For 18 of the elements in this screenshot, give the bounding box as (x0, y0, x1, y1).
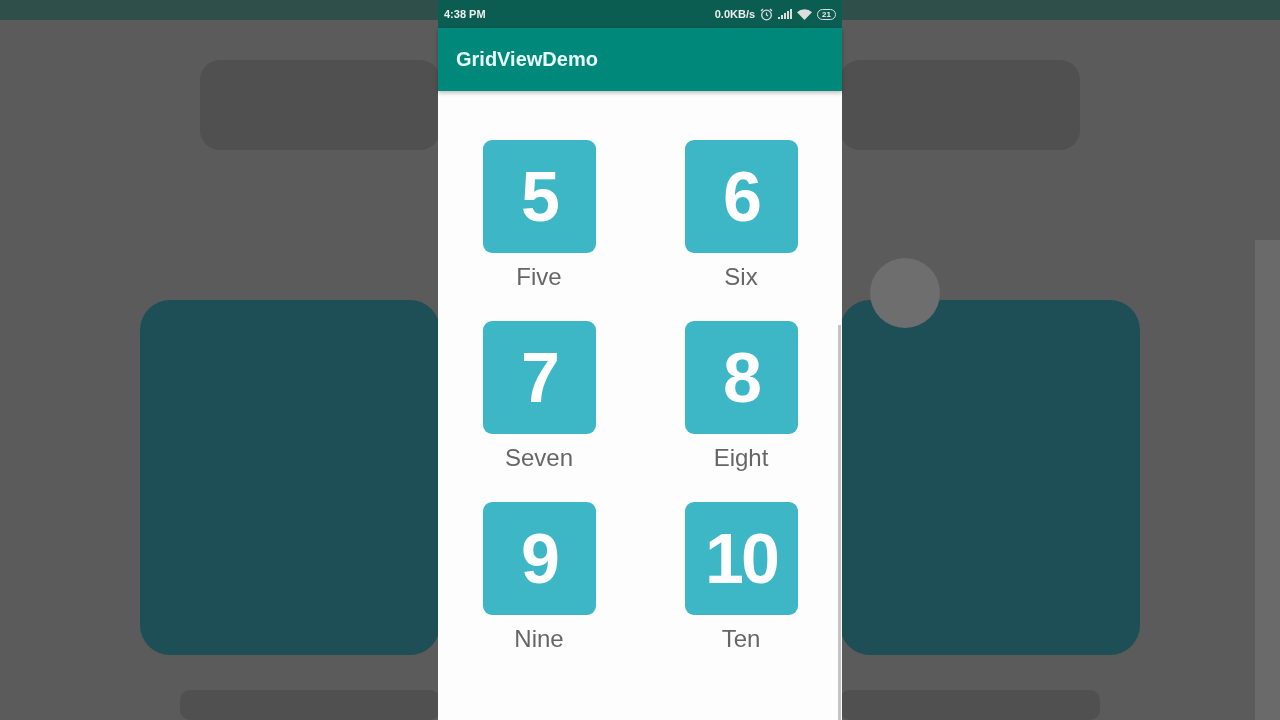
tile-label: Seven (504, 444, 574, 472)
tile-label: Six (724, 263, 758, 291)
status-time: 4:38 PM (444, 8, 486, 20)
tile-label: Ten (721, 625, 761, 653)
wifi-icon (797, 8, 813, 20)
tile-label: Eight (713, 444, 769, 472)
number-tile[interactable]: 5 (482, 140, 596, 253)
alarm-clock-icon (760, 7, 774, 21)
number-tile[interactable]: 8 (684, 321, 798, 434)
signal-icon (778, 9, 793, 19)
tile-label: Five (516, 263, 562, 291)
network-speed: 0.0KB/s (714, 8, 756, 20)
number-tile[interactable]: 10 (684, 502, 798, 615)
number-tile[interactable]: 6 (684, 140, 798, 253)
app-title: GridViewDemo (456, 48, 598, 71)
number-tile[interactable]: 9 (482, 502, 596, 615)
tile-label: Nine (514, 625, 564, 653)
number-tile[interactable]: 7 (482, 321, 596, 434)
